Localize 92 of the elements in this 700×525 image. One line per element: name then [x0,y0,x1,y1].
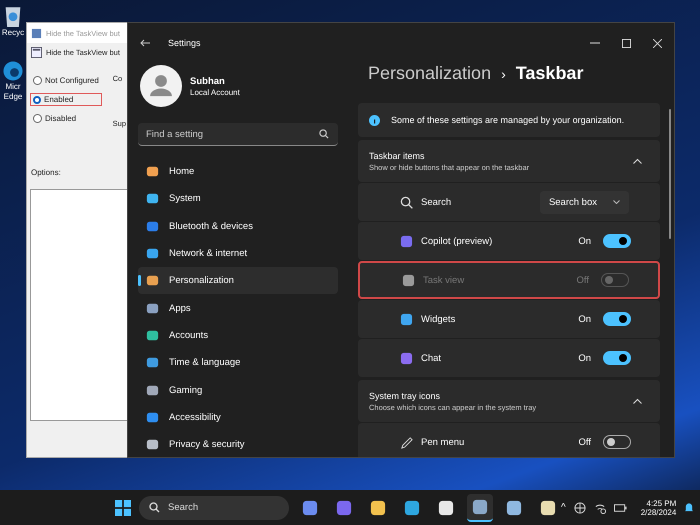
app-icon [400,352,413,364]
setting-label: Copilot (preview) [421,236,494,246]
avatar-icon [140,65,182,107]
nav-item[interactable]: Network & internet [138,240,338,268]
breadcrumb-parent[interactable]: Personalization [368,63,492,84]
nav-icon [146,328,159,342]
tray-chevron[interactable]: ^ [561,502,566,513]
radio-option[interactable]: Not Configured [30,74,102,87]
taskbar-app[interactable] [467,494,493,522]
back-arrow-icon[interactable] [140,39,150,47]
nav-item[interactable]: Time & language [138,349,338,376]
desktop-icon-label[interactable]: Recyc [2,28,24,38]
nav-icon [146,274,159,288]
app-icon [540,500,556,516]
toggle-switch[interactable] [603,435,631,449]
policy-icon [31,28,42,38]
app-icon [400,312,413,326]
setting-label: Search [421,196,452,208]
app-icon [370,500,386,516]
app-icon [438,500,454,516]
nav-icon [146,438,159,452]
battery-icon[interactable] [614,502,627,512]
nav-item[interactable]: Personalization [138,267,338,294]
search-icon [319,129,329,139]
clock-time[interactable]: 4:25 PM [646,498,676,508]
window-title: Settings [168,38,201,48]
section-title: Taskbar items [369,150,426,160]
toggle-state: Off [578,436,591,448]
app-icon [302,500,318,516]
setting-label: Widgets [421,314,456,324]
toggle-state: Off [576,274,589,286]
search-icon [400,196,413,208]
taskbar-search[interactable]: Search [139,496,289,520]
chevron-icon[interactable] [633,398,642,404]
breadcrumb-separator: › [501,66,506,82]
options-label: Options: [31,168,61,177]
search-icon [149,502,160,513]
setting-label: Chat [421,352,442,364]
nav-item[interactable]: Gaming [138,376,338,404]
nav-item[interactable]: Accounts [138,322,338,350]
network-icon[interactable] [594,502,606,514]
nav-icon [146,302,159,315]
setting-label: Pen menu [421,436,466,448]
app-icon [472,498,488,514]
search-field[interactable]: Find a setting [138,123,338,146]
clock-date[interactable]: 2/28/2024 [640,508,676,516]
nav-icon [146,384,159,397]
nav-item[interactable]: Privacy & security [138,430,338,457]
toggle-state: On [578,314,591,324]
user-name: Subhan [190,76,226,86]
nav-icon [146,247,159,260]
nav-item[interactable]: Accessibility [138,404,338,431]
nav-icon [146,220,159,233]
app-icon [404,500,420,516]
bell-icon[interactable] [684,502,694,513]
toggle-state: On [578,352,591,364]
toggle-switch[interactable] [603,234,631,248]
radio-option[interactable]: Enabled [30,93,102,106]
setting-label: Task view [423,274,466,286]
info-text: Some of these settings are managed by your organization. [391,115,624,125]
maximize-icon[interactable] [622,38,631,48]
scrollbar[interactable] [669,109,671,239]
app-icon [336,500,352,516]
nav-item[interactable]: Home [138,158,338,186]
desktop-icon-label[interactable]: Micr [5,82,21,92]
desktop-icon-label[interactable]: Edge [4,92,22,102]
pen-icon [400,436,413,448]
policy-setting-icon [31,47,42,58]
close-icon[interactable] [653,38,662,48]
dropdown[interactable]: Search box [540,190,629,214]
nav-icon [146,410,159,424]
start-icon[interactable] [115,500,131,516]
toggle-state: On [578,236,591,246]
chevron-down-icon [613,200,620,204]
radio-option[interactable]: Disabled [30,112,102,125]
app-icon [400,234,413,248]
app-icon [402,274,415,286]
toggle-switch[interactable] [603,351,631,365]
app-icon [506,500,522,516]
nav-item[interactable]: System [138,185,338,213]
toggle-switch[interactable] [603,312,631,326]
account-type: Local Account [190,88,240,96]
nav-item[interactable]: Bluetooth & devices [138,212,338,240]
info-icon [369,114,380,126]
chevron-icon[interactable] [633,158,642,164]
nav-icon [146,165,159,178]
page-title: Taskbar [516,63,584,84]
section-title: System tray icons [369,390,442,400]
globe-icon[interactable] [574,502,586,514]
nav-item[interactable]: Apps [138,294,338,322]
nav-icon [146,356,159,370]
nav-icon [146,192,159,206]
